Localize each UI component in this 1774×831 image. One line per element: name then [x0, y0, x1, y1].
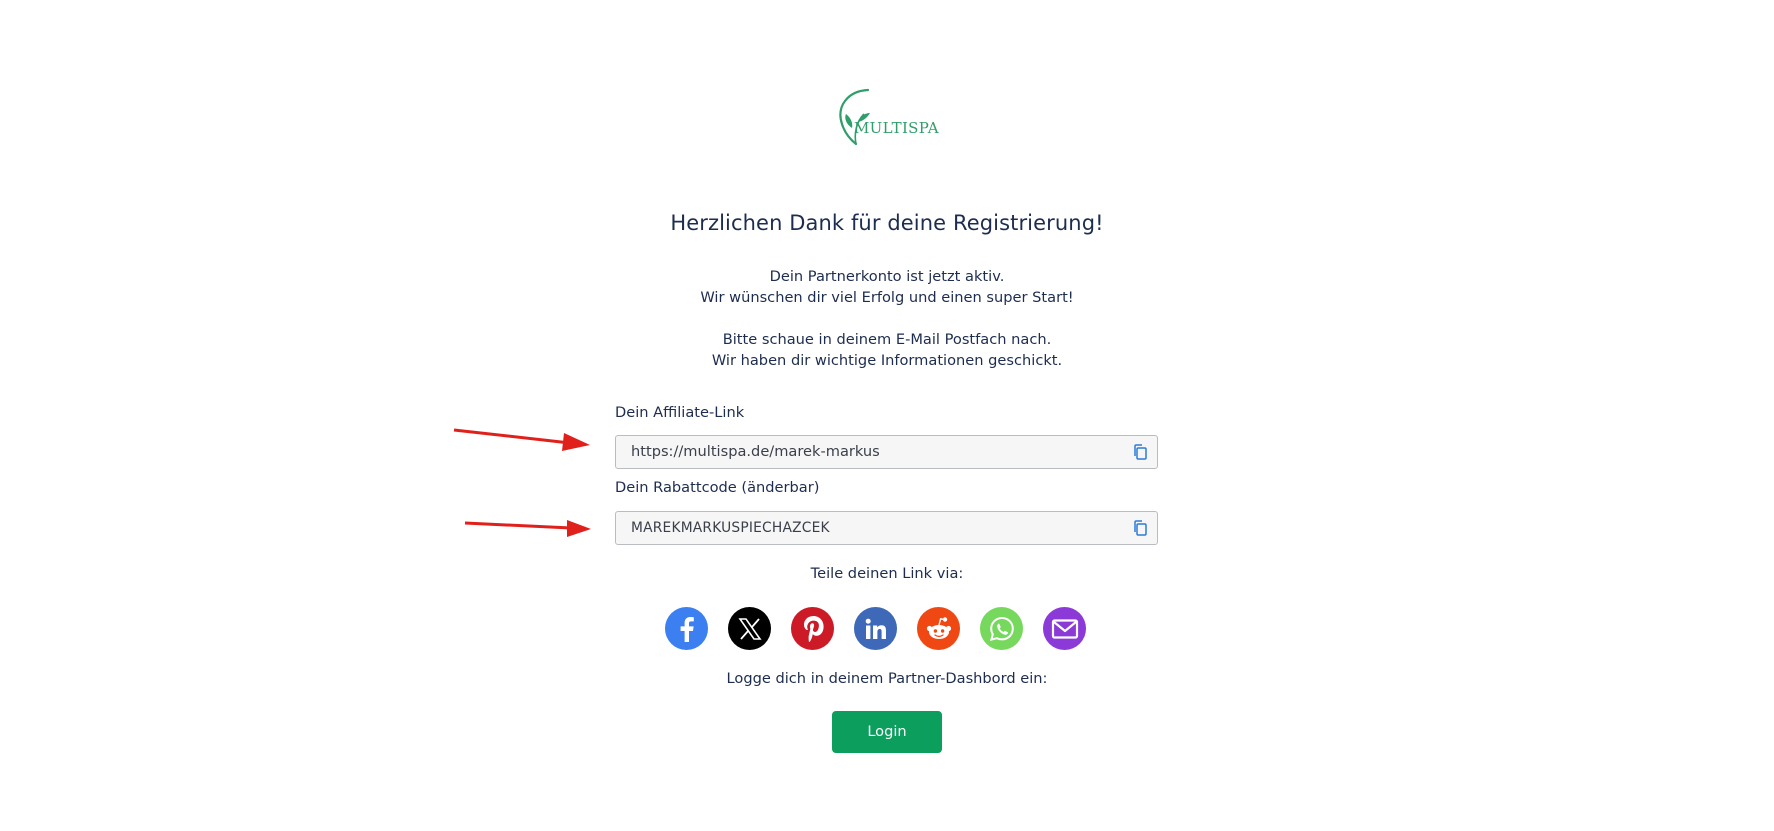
annotation-arrow-coupon	[463, 515, 593, 537]
login-button[interactable]: Login	[832, 711, 942, 753]
x-icon	[737, 617, 762, 640]
social-share-bar	[665, 607, 1086, 650]
affiliate-link-value[interactable]: https://multispa.de/marek-markus	[631, 436, 880, 468]
pinterest-icon	[803, 615, 824, 642]
coupon-code-field[interactable]: MAREKMARKUSPIECHAZCEK	[615, 511, 1158, 545]
share-email-button[interactable]	[1043, 607, 1086, 650]
share-pinterest-button[interactable]	[791, 607, 834, 650]
intro-text: Dein Partnerkonto ist jetzt aktiv. Wir w…	[0, 266, 1774, 308]
affiliate-link-field[interactable]: https://multispa.de/marek-markus	[615, 435, 1158, 469]
share-facebook-button[interactable]	[665, 607, 708, 650]
multispa-logo: MULTISPA	[834, 88, 940, 148]
coupon-code-label: Dein Rabattcode (änderbar)	[615, 479, 820, 496]
facebook-icon	[680, 616, 694, 642]
annotation-arrow-affiliate	[452, 421, 592, 451]
login-prompt: Logge dich in deinem Partner-Dashbord ei…	[726, 670, 1048, 687]
share-whatsapp-button[interactable]	[980, 607, 1023, 650]
whatsapp-icon	[989, 616, 1014, 641]
reddit-icon	[926, 616, 951, 639]
copy-icon	[1134, 520, 1147, 536]
share-x-button[interactable]	[728, 607, 771, 650]
email-note-line-1: Bitte schaue in deinem E-Mail Postfach n…	[722, 331, 1052, 348]
share-linkedin-button[interactable]	[854, 607, 897, 650]
share-reddit-button[interactable]	[917, 607, 960, 650]
copy-icon	[1134, 444, 1147, 460]
copy-affiliate-link-button[interactable]	[1131, 443, 1149, 461]
intro-line-1: Dein Partnerkonto ist jetzt aktiv.	[769, 268, 1005, 285]
linkedin-icon	[865, 618, 886, 639]
coupon-code-value[interactable]: MAREKMARKUSPIECHAZCEK	[631, 512, 830, 544]
copy-coupon-code-button[interactable]	[1131, 519, 1149, 537]
page-title: Herzlichen Dank für deine Registrierung!	[670, 211, 1104, 235]
email-icon	[1051, 618, 1078, 639]
logo-text: MULTISPA	[854, 119, 939, 137]
intro-line-2: Wir wünschen dir viel Erfolg und einen s…	[700, 289, 1074, 306]
affiliate-link-label: Dein Affiliate-Link	[615, 404, 745, 421]
email-note: Bitte schaue in deinem E-Mail Postfach n…	[0, 329, 1774, 371]
email-note-line-2: Wir haben dir wichtige Informationen ges…	[711, 352, 1063, 369]
share-label: Teile deinen Link via:	[810, 565, 964, 582]
